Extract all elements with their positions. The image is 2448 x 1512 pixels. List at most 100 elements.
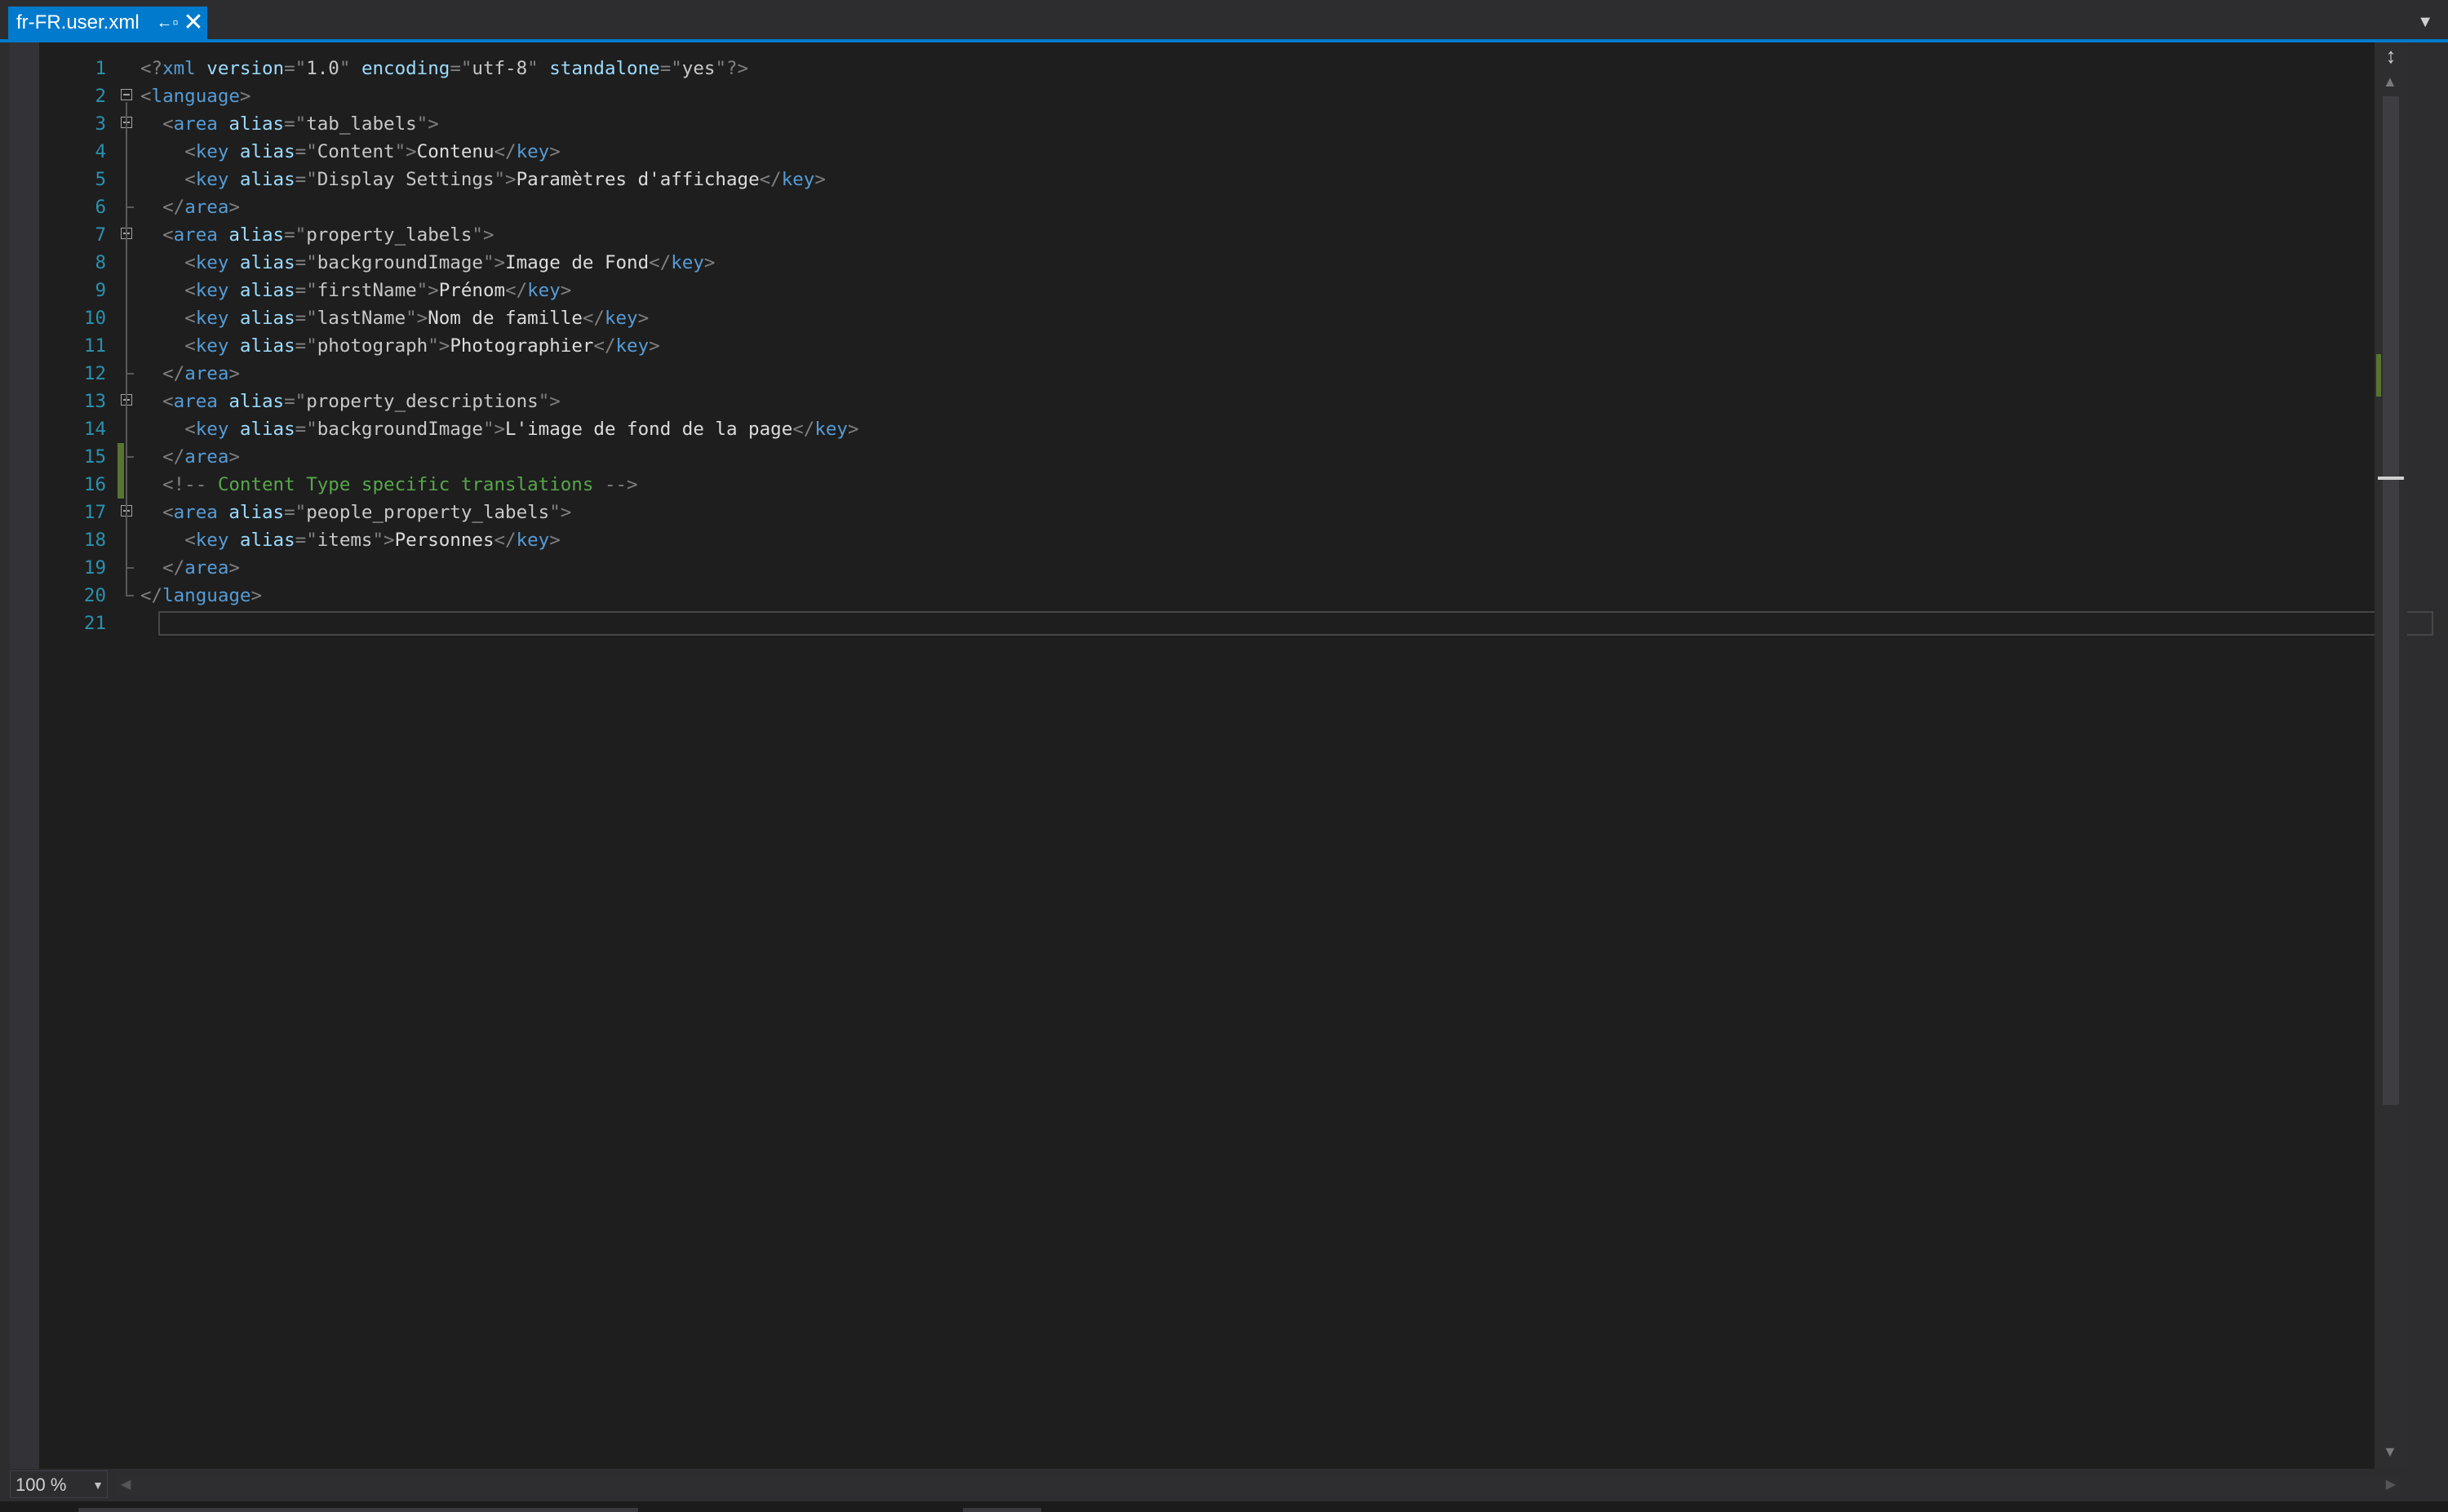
code-token: <: [184, 141, 196, 162]
scrollbar-thumb[interactable]: [2383, 96, 2399, 1105]
code-token: =": [284, 391, 307, 412]
code-token: >: [549, 530, 561, 551]
fold-guide-end: [126, 456, 134, 458]
code-token: ">: [416, 113, 439, 135]
code-token: key: [195, 308, 229, 329]
code-text: <key alias="lastName">Nom de famille</ke…: [140, 304, 649, 332]
code-token: <: [184, 252, 196, 273]
code-line[interactable]: 15 </area>: [39, 443, 2406, 471]
code-token: alias: [239, 530, 295, 551]
code-token: photograph: [317, 335, 428, 357]
code-line[interactable]: 12 </area>: [39, 360, 2406, 388]
close-icon[interactable]: ✕: [180, 11, 207, 35]
code-text: <key alias="photograph">Photographier</k…: [140, 332, 660, 360]
code-token: <: [184, 280, 196, 301]
code-token: </: [162, 557, 185, 579]
tab-fr-fr-user-xml[interactable]: fr-FR.user.xml ←︎▫ ✕: [8, 7, 207, 39]
code-line[interactable]: 16 <!-- Content Type specific translatio…: [39, 471, 2406, 499]
code-text: <key alias="Display Settings">Paramètres…: [140, 166, 826, 193]
code-line[interactable]: 5 <key alias="Display Settings">Paramètr…: [39, 166, 2406, 193]
code-token: <: [184, 419, 196, 440]
code-token: </: [162, 197, 185, 218]
code-token: key: [516, 530, 550, 551]
code-token: >: [649, 335, 660, 357]
code-line[interactable]: 19 </area>: [39, 554, 2406, 582]
scroll-right-icon[interactable]: ▶: [2386, 1475, 2396, 1495]
code-text: <area alias="tab_labels">: [140, 110, 439, 138]
code-token: <: [162, 502, 174, 523]
vertical-scrollbar[interactable]: ↕ ▲ ▼: [2375, 42, 2407, 1469]
split-window-icon[interactable]: ↕: [2379, 44, 2402, 67]
line-number: 7: [95, 224, 106, 246]
line-number: 20: [83, 585, 106, 606]
code-token: >: [228, 363, 240, 384]
code-line[interactable]: 17 <area alias="people_property_labels">: [39, 499, 2406, 526]
scrollbar-change-marker: [2376, 354, 2381, 397]
code-token: lastName: [317, 308, 406, 329]
code-token: Contenu: [416, 141, 494, 162]
code-token: </: [505, 280, 528, 301]
code-line[interactable]: 21: [39, 610, 2433, 637]
code-line[interactable]: 10 <key alias="lastName">Nom de famille<…: [39, 304, 2406, 332]
code-token: ": [339, 58, 351, 79]
code-token: key: [671, 252, 704, 273]
code-line[interactable]: 18 <key alias="items">Personnes</key>: [39, 526, 2406, 554]
code-token: Display Settings: [317, 169, 494, 190]
zoom-dropdown[interactable]: 100 % ▼: [10, 1470, 108, 1498]
code-token: ">: [494, 169, 517, 190]
code-line[interactable]: 11 <key alias="photograph">Photographier…: [39, 332, 2406, 360]
horizontal-scrollbar[interactable]: ◀ ▶: [116, 1475, 2401, 1495]
code-line[interactable]: 7 <area alias="property_labels">: [39, 221, 2406, 249]
code-line[interactable]: 4 <key alias="Content">Contenu</key>: [39, 138, 2406, 166]
code-token: <!--: [162, 474, 207, 495]
code-text: <area alias="people_property_labels">: [140, 499, 571, 526]
code-token: =": [284, 224, 307, 246]
code-line[interactable]: 3 <area alias="tab_labels">: [39, 110, 2406, 138]
code-token: </: [162, 363, 185, 384]
code-line[interactable]: 6 </area>: [39, 193, 2406, 221]
code-token: key: [516, 141, 550, 162]
code-text: </area>: [140, 443, 240, 471]
code-token: alias: [239, 308, 295, 329]
code-token: alias: [239, 280, 295, 301]
code-token: ">: [472, 224, 494, 246]
collapse-icon[interactable]: [121, 89, 132, 100]
code-token: <: [184, 308, 196, 329]
code-token: </: [162, 446, 185, 468]
code-editor[interactable]: 1 <?xml version="1.0" encoding="utf-8" st…: [10, 42, 2433, 1469]
tab-overflow-dropdown-icon[interactable]: ▼: [2417, 13, 2433, 32]
code-token: </: [494, 530, 517, 551]
code-token: ": [527, 58, 539, 79]
code-line[interactable]: 13 <area alias="property_descriptions">: [39, 388, 2406, 415]
code-token: key: [195, 419, 229, 440]
code-token: Image de Fond: [505, 252, 650, 273]
code-token: area: [184, 363, 229, 384]
code-line[interactable]: 14 <key alias="backgroundImage">L'image …: [39, 415, 2406, 443]
code-token: area: [184, 446, 229, 468]
fold-guide-end: [126, 206, 134, 208]
code-line[interactable]: 2 <language>: [39, 82, 2406, 110]
code-line[interactable]: 8 <key alias="backgroundImage">Image de …: [39, 249, 2406, 277]
code-line[interactable]: 9 <key alias="firstName">Prénom</key>: [39, 277, 2406, 304]
code-token: >: [847, 419, 859, 440]
code-text: <area alias="property_labels">: [140, 221, 494, 249]
scroll-up-icon[interactable]: ▲: [2383, 73, 2397, 91]
code-token: key: [604, 308, 638, 329]
code-token: alias: [228, 391, 285, 412]
code-line[interactable]: 20 </language>: [39, 582, 2406, 610]
code-text: <area alias="property_descriptions">: [140, 388, 561, 415]
code-line[interactable]: 1 <?xml version="1.0" encoding="utf-8" st…: [39, 55, 2406, 82]
line-number: 9: [95, 280, 106, 301]
bottom-strip: [0, 1501, 2448, 1512]
pin-icon[interactable]: ←︎▫: [155, 14, 180, 33]
code-token: =": [659, 58, 682, 79]
scroll-down-icon[interactable]: ▼: [2383, 1443, 2397, 1461]
line-number: 11: [83, 335, 106, 357]
scroll-left-icon[interactable]: ◀: [121, 1475, 131, 1495]
